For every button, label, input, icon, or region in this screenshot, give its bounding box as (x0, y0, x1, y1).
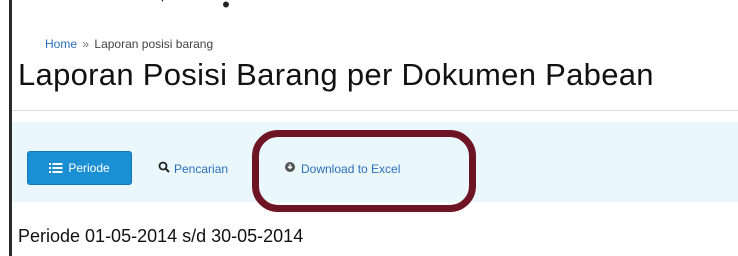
page: ’ • Home » Laporan posisi barang Laporan… (0, 0, 738, 256)
breadcrumb: Home » Laporan posisi barang (45, 37, 213, 51)
breadcrumb-separator: » (82, 37, 90, 51)
toolbar: Periode Pencarian Download to Excel (12, 122, 738, 202)
cut-off-text: ’ • (160, 0, 256, 17)
search-icon (158, 161, 170, 176)
download-label: Download to Excel (301, 161, 401, 176)
title-divider (12, 110, 738, 111)
pencarian-label: Pencarian (174, 161, 229, 176)
periode-button[interactable]: Periode (27, 151, 132, 185)
breadcrumb-current: Laporan posisi barang (94, 37, 214, 51)
pencarian-link[interactable]: Pencarian (158, 161, 228, 176)
download-icon (284, 161, 296, 176)
breadcrumb-home-link[interactable]: Home (45, 37, 77, 51)
page-title: Laporan Posisi Barang per Dokumen Pabean (18, 57, 654, 92)
download-excel-link[interactable]: Download to Excel (284, 161, 400, 176)
periode-info: Periode 01-05-2014 s/d 30-05-2014 (18, 226, 304, 246)
list-icon (49, 162, 63, 174)
periode-button-label: Periode (68, 161, 110, 175)
